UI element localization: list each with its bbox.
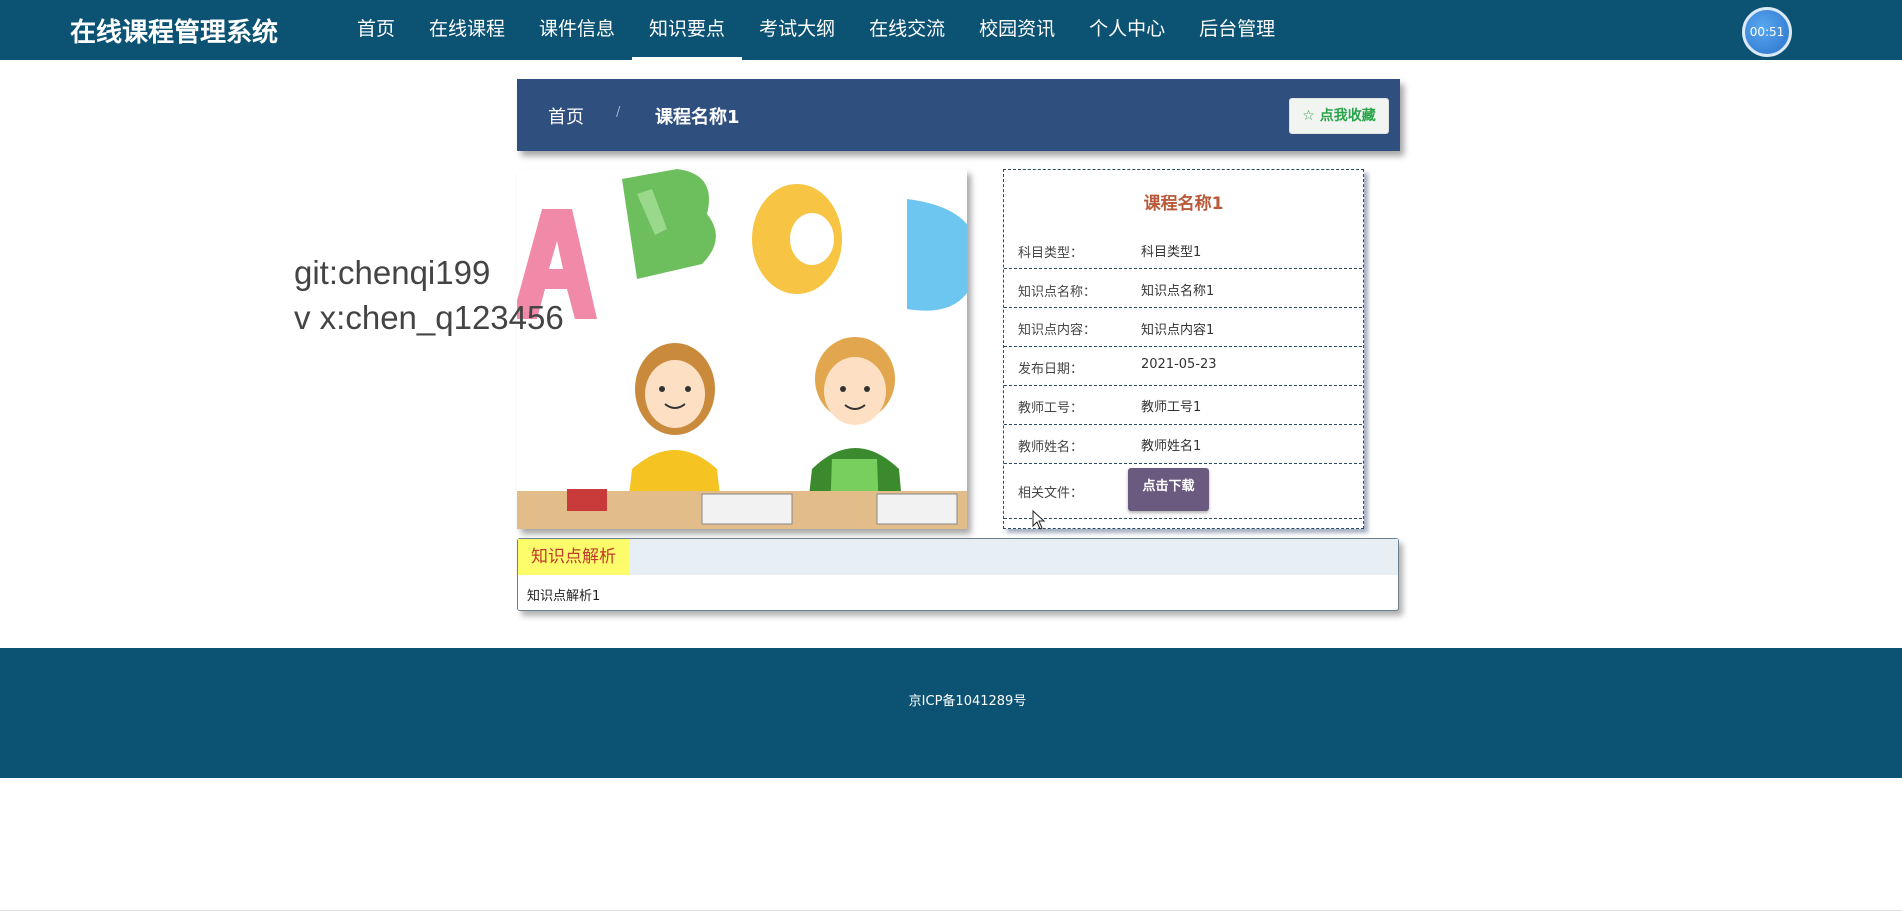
detail-value: 教师工号1 — [1141, 400, 1202, 415]
detail-value: 教师姓名1 — [1141, 439, 1202, 454]
detail-row-knowledge-content: 知识点内容： 知识点内容1 — [1004, 308, 1362, 347]
nav-personal-center[interactable]: 个人中心 — [1072, 0, 1182, 60]
icp-record: 京ICP备1041289号 — [908, 694, 1027, 709]
timer-badge[interactable]: 00:51 — [1742, 7, 1792, 57]
nav-campus-news[interactable]: 校园资讯 — [962, 0, 1072, 60]
detail-label: 教师工号： — [1018, 401, 1084, 416]
course-details-panel: 课程名称1 科目类型： 科目类型1 知识点名称： 知识点名称1 知识点内容： 知… — [1003, 169, 1364, 529]
footer: 京ICP备1041289号 — [0, 648, 1902, 778]
detail-label: 知识点内容： — [1018, 323, 1097, 338]
detail-value: 科目类型1 — [1141, 245, 1202, 260]
detail-label: 相关文件： — [1018, 486, 1084, 501]
breadcrumb-current: 课程名称1 — [655, 107, 740, 128]
analysis-tab[interactable]: 知识点解析 — [518, 539, 629, 575]
detail-value: 知识点内容1 — [1141, 323, 1215, 338]
watermark-line-1: git:chenqi199 — [294, 254, 491, 291]
analysis-panel: 知识点解析 知识点解析1 — [517, 538, 1399, 611]
detail-row-publish-date: 发布日期： 2021-05-23 — [1004, 347, 1362, 386]
detail-value: 知识点名称1 — [1141, 284, 1215, 299]
nav-admin[interactable]: 后台管理 — [1182, 0, 1292, 60]
detail-row-knowledge-name: 知识点名称： 知识点名称1 — [1004, 269, 1362, 308]
breadcrumb-home[interactable]: 首页 — [548, 103, 584, 129]
watermark-line-2: v x:chen_q123456 — [294, 299, 564, 336]
divider — [0, 910, 1902, 911]
watermark-text: git:chenqi199 v x:chen_q123456 — [294, 250, 564, 340]
course-image — [517, 169, 967, 529]
detail-label: 发布日期： — [1018, 362, 1084, 377]
detail-label: 科目类型： — [1018, 246, 1084, 261]
course-title: 课程名称1 — [1143, 194, 1224, 214]
analysis-content: 知识点解析1 — [527, 589, 601, 604]
site-title[interactable]: 在线课程管理系统 — [70, 12, 278, 49]
detail-value: 2021-05-23 — [1141, 357, 1217, 372]
analysis-header: 知识点解析 — [518, 539, 1398, 575]
detail-label: 知识点名称： — [1018, 285, 1097, 300]
nav-home[interactable]: 首页 — [340, 0, 412, 60]
breadcrumb-separator: / — [616, 105, 621, 120]
detail-row-teacher-id: 教师工号： 教师工号1 — [1004, 386, 1362, 425]
nav-knowledge-points[interactable]: 知识要点 — [632, 0, 743, 60]
nav-online-courses[interactable]: 在线课程 — [412, 0, 522, 60]
mouse-pointer-icon — [1032, 510, 1046, 530]
detail-row-teacher-name: 教师姓名： 教师姓名1 — [1004, 425, 1362, 464]
main-nav: 首页 在线课程 课件信息 知识要点 考试大纲 在线交流 校园资讯 个人中心 后台… — [340, 0, 1292, 60]
nav-online-forum[interactable]: 在线交流 — [852, 0, 962, 60]
detail-row-subject-type: 科目类型： 科目类型1 — [1004, 229, 1362, 269]
download-button[interactable]: 点击下载 — [1128, 468, 1209, 511]
nav-courseware[interactable]: 课件信息 — [522, 0, 632, 60]
nav-exam-outline[interactable]: 考试大纲 — [742, 0, 852, 60]
top-navbar: 在线课程管理系统 首页 在线课程 课件信息 知识要点 考试大纲 在线交流 校园资… — [0, 0, 1902, 60]
breadcrumb: 首页 / 课程名称1 ☆ 点我收藏 — [517, 79, 1400, 151]
favorite-button[interactable]: ☆ 点我收藏 — [1289, 98, 1389, 134]
kids-abcd-illustration — [517, 169, 967, 529]
detail-label: 教师姓名： — [1018, 440, 1084, 455]
